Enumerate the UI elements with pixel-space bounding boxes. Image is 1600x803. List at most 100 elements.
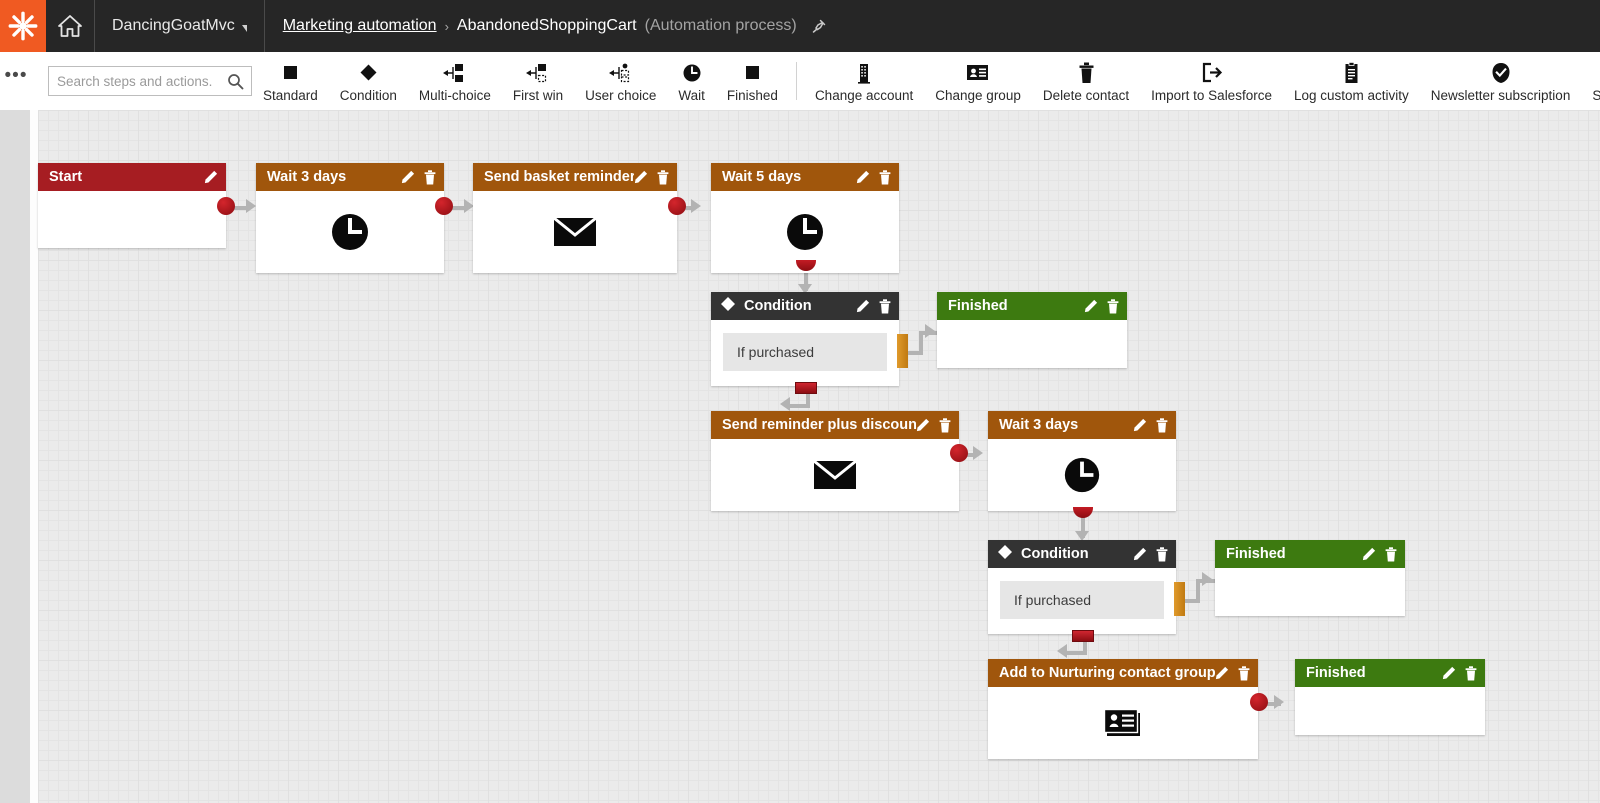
node-title: Wait 5 days <box>722 169 802 185</box>
output-port[interactable] <box>668 197 686 215</box>
breadcrumb-parent-link[interactable]: Marketing automation <box>283 17 437 35</box>
workflow-node-wait-3-days-2[interactable]: Wait 3 days <box>988 411 1176 511</box>
toolbar-item-label: Condition <box>339 87 397 103</box>
connector-cond2-left <box>1066 651 1087 655</box>
check-badge-icon <box>1491 60 1511 86</box>
toolbar-item-change-group[interactable]: Change group <box>924 52 1032 110</box>
delete-button[interactable] <box>1238 665 1250 681</box>
condition-case[interactable]: If purchased <box>723 333 887 371</box>
edit-button[interactable] <box>204 170 218 184</box>
delete-button[interactable] <box>1465 665 1477 681</box>
toolbar-item-delete-contact[interactable]: Delete contact <box>1032 52 1140 110</box>
workflow-node-finished-1[interactable]: Finished <box>937 292 1127 368</box>
node-title: Send reminder plus discount <box>722 417 916 433</box>
kentico-asterisk-logo-icon <box>8 11 38 41</box>
workflow-node-add-to-nurturing-contact-group[interactable]: Add to Nurturing contact group <box>988 659 1258 759</box>
node-body <box>1295 687 1485 735</box>
delete-button[interactable] <box>1156 417 1168 433</box>
workflow-node-wait-5-days[interactable]: Wait 5 days <box>711 163 899 273</box>
edit-button[interactable] <box>1442 666 1456 680</box>
output-port[interactable] <box>435 197 453 215</box>
delete-button[interactable] <box>1107 298 1119 314</box>
workflow-node-condition-2[interactable]: Condition If purchased <box>988 540 1176 634</box>
workflow-canvas[interactable]: Start Wait 3 days Send basket reminder W… <box>0 110 1600 803</box>
toolbar-item-label: Multi-choice <box>418 87 491 103</box>
pencil-icon <box>401 170 415 184</box>
more-options-button[interactable]: ••• <box>0 66 32 91</box>
workflow-node-start[interactable]: Start <box>38 163 226 248</box>
delete-button[interactable] <box>879 169 891 185</box>
home-icon <box>58 15 82 37</box>
node-title: Send basket reminder <box>484 169 634 185</box>
node-actions <box>204 170 218 184</box>
toolbar-item-user-choice[interactable]: User choice <box>574 52 667 110</box>
node-body <box>711 439 959 511</box>
delete-button[interactable] <box>424 169 436 185</box>
toolbar-item-label: Se <box>1592 87 1600 103</box>
node-title: Wait 3 days <box>999 417 1079 433</box>
node-body <box>256 191 444 273</box>
toolbar-item-label: Standard <box>263 87 318 103</box>
edit-button[interactable] <box>1133 418 1147 432</box>
output-port[interactable] <box>950 444 968 462</box>
home-button[interactable] <box>46 0 95 52</box>
toolbar-item-label: First win <box>512 87 564 103</box>
node-actions <box>401 169 436 185</box>
search-button[interactable] <box>227 73 244 95</box>
site-selector[interactable]: DancingGoatMvc <box>95 0 265 52</box>
edit-button[interactable] <box>1133 547 1147 561</box>
toolbar-item-log-custom-activity[interactable]: Log custom activity <box>1283 52 1420 110</box>
toolbar-item-import-to-salesforce[interactable]: Import to Salesforce <box>1140 52 1283 110</box>
search-icon <box>228 74 244 90</box>
condition-case[interactable]: If purchased <box>1000 581 1164 619</box>
edit-button[interactable] <box>916 418 930 432</box>
workflow-node-send-basket-reminder[interactable]: Send basket reminder <box>473 163 677 273</box>
edit-button[interactable] <box>1084 299 1098 313</box>
toolbar-item-finished[interactable]: Finished <box>716 52 789 110</box>
workflow-node-finished-2[interactable]: Finished <box>1215 540 1405 616</box>
node-header: Finished <box>937 292 1127 320</box>
delete-button[interactable] <box>657 169 669 185</box>
trash-icon <box>1465 665 1477 680</box>
node-title: Finished <box>1306 665 1366 681</box>
workflow-node-condition-1[interactable]: Condition If purchased <box>711 292 899 386</box>
toolbar-item-condition[interactable]: Condition <box>329 52 408 110</box>
search-box[interactable] <box>48 66 252 96</box>
condition-true-port[interactable] <box>897 334 908 368</box>
toolbar-item-multi-choice[interactable]: Multi-choice <box>408 52 502 110</box>
search-input[interactable] <box>49 68 219 94</box>
delete-button[interactable] <box>1385 546 1397 562</box>
edit-button[interactable] <box>1362 547 1376 561</box>
output-port[interactable] <box>1250 693 1268 711</box>
toolbar-item-wait[interactable]: Wait <box>667 52 716 110</box>
edit-button[interactable] <box>634 170 648 184</box>
edit-button[interactable] <box>856 170 870 184</box>
first-win-icon <box>526 60 550 86</box>
toolbar-item-first-win[interactable]: First win <box>502 52 574 110</box>
delete-button[interactable] <box>939 417 951 433</box>
output-port[interactable] <box>217 197 235 215</box>
condition-default-port[interactable] <box>795 382 817 394</box>
toolbar-item-truncated[interactable]: Se <box>1581 52 1600 110</box>
condition-default-port[interactable] <box>1072 630 1094 642</box>
node-title: Finished <box>1226 546 1286 562</box>
pin-button[interactable] <box>811 18 827 34</box>
trash-icon <box>879 298 891 313</box>
node-title: Wait 3 days <box>267 169 347 185</box>
edit-button[interactable] <box>856 299 870 313</box>
condition-true-port[interactable] <box>1174 582 1185 616</box>
workflow-node-send-reminder-plus-discount[interactable]: Send reminder plus discount <box>711 411 959 511</box>
delete-button[interactable] <box>1156 546 1168 562</box>
node-header: Wait 3 days <box>988 411 1176 439</box>
toolbar-item-newsletter-subscription[interactable]: Newsletter subscription <box>1420 52 1582 110</box>
node-body <box>988 439 1176 511</box>
edit-button[interactable] <box>1215 666 1229 680</box>
clock-icon <box>682 60 702 86</box>
workflow-node-wait-3-days-1[interactable]: Wait 3 days <box>256 163 444 273</box>
workflow-node-finished-3[interactable]: Finished <box>1295 659 1485 735</box>
delete-button[interactable] <box>879 298 891 314</box>
edit-button[interactable] <box>401 170 415 184</box>
toolbar-item-standard[interactable]: Standard <box>252 52 329 110</box>
toolbar-item-change-account[interactable]: Change account <box>804 52 924 110</box>
app-logo[interactable] <box>0 0 46 52</box>
